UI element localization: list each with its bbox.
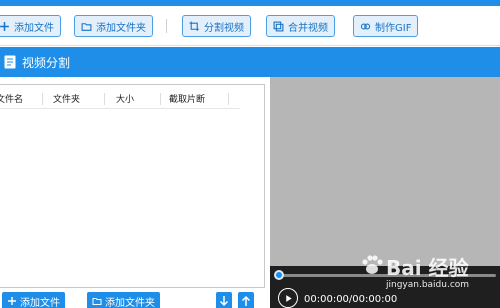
file-list-actions: 添加文件 添加文件夹 (0, 288, 270, 308)
column-header-filename[interactable]: 文件名 (0, 92, 23, 105)
column-header-clip[interactable]: 截取片断 (169, 92, 205, 105)
move-up-button[interactable] (238, 292, 254, 308)
split-video-label: 分割视频 (204, 22, 244, 34)
column-header-size[interactable]: 大小 (116, 92, 134, 105)
merge-video-label: 合并视频 (288, 22, 328, 34)
video-split-icon (4, 55, 16, 69)
column-divider (228, 93, 229, 105)
add-folder-button[interactable]: 添加文件夹 (74, 15, 153, 37)
watermark: Bai 经验 jingyan.baidu.com (360, 252, 480, 300)
paw-logo-icon (362, 255, 383, 274)
make-gif-button[interactable]: 制作GIF (353, 15, 419, 37)
plus-icon (8, 297, 16, 305)
plus-icon (0, 21, 10, 32)
column-divider (42, 93, 43, 105)
bottom-add-folder-label: 添加文件夹 (105, 297, 155, 308)
watermark-url: jingyan.baidu.com (386, 280, 470, 290)
crop-icon (189, 21, 200, 32)
arrow-up-icon (241, 295, 251, 306)
bottom-add-folder-button[interactable]: 添加文件夹 (87, 292, 160, 308)
link-icon (360, 21, 371, 32)
column-divider (104, 93, 105, 105)
bottom-add-file-label: 添加文件 (20, 297, 60, 308)
file-list-header: 文件名 文件夹 大小 截取片断 (0, 89, 240, 109)
section-title: 视频分割 (22, 55, 71, 70)
toolbar: 添加文件 添加文件夹 分割视频 合并视频 制作GIF (0, 6, 500, 46)
merge-video-button[interactable]: 合并视频 (266, 15, 335, 37)
add-folder-label: 添加文件夹 (96, 22, 146, 34)
arrow-down-icon (219, 296, 229, 307)
move-down-button[interactable] (216, 292, 232, 308)
merge-icon (273, 21, 284, 32)
toolbar-divider (166, 19, 167, 33)
make-gif-label: 制作GIF (375, 22, 412, 34)
folder-icon (81, 21, 92, 32)
file-list[interactable]: 文件名 文件夹 大小 截取片断 (0, 84, 265, 288)
section-header: 视频分割 (0, 47, 500, 77)
watermark-logo: Bai 经验 (386, 256, 469, 280)
bottom-add-file-button[interactable]: 添加文件 (2, 292, 65, 308)
file-list-panel: 文件名 文件夹 大小 截取片断 添加文件 添加文件夹 (0, 77, 270, 308)
add-file-label: 添加文件 (14, 22, 54, 34)
seek-handle[interactable] (274, 270, 284, 280)
column-header-folder[interactable]: 文件夹 (53, 92, 80, 105)
column-divider (160, 93, 161, 105)
play-button[interactable] (278, 288, 298, 308)
add-file-button[interactable]: 添加文件 (0, 15, 61, 37)
play-icon (285, 294, 292, 302)
split-video-button[interactable]: 分割视频 (182, 15, 251, 37)
folder-icon (92, 298, 102, 305)
